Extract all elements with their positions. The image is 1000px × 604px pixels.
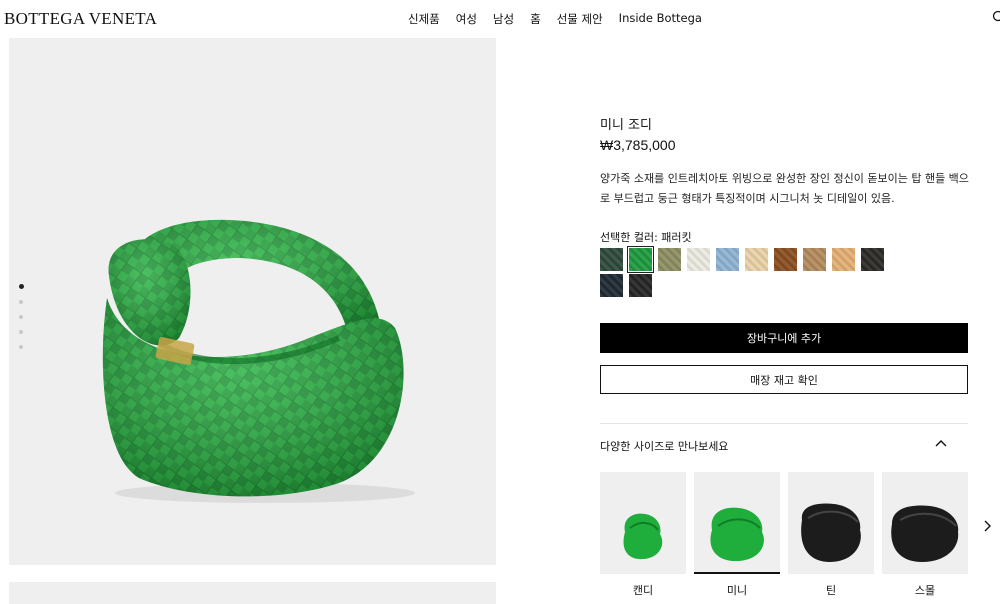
color-swatch[interactable] xyxy=(658,248,681,271)
color-swatch[interactable] xyxy=(745,248,768,271)
color-swatch[interactable] xyxy=(716,248,739,271)
size-label: 미니 xyxy=(726,584,748,597)
add-to-cart-button[interactable]: 장바구니에 추가 xyxy=(600,323,968,353)
bag-illustration xyxy=(102,219,415,503)
chevron-up-icon[interactable] xyxy=(934,436,948,450)
color-swatch[interactable] xyxy=(774,248,797,271)
site-header: BOTTEGA VENETA 신제품 여성 남성 홈 선물 제안 Inside … xyxy=(0,0,1000,38)
size-thumbnail xyxy=(882,472,968,574)
chevron-right-icon[interactable] xyxy=(982,519,992,533)
nav-item-gifts[interactable]: 선물 제안 xyxy=(557,11,603,27)
size-thumbnail xyxy=(788,472,874,574)
nav-item-home[interactable]: 홈 xyxy=(530,11,541,27)
size-thumbnail xyxy=(600,472,686,574)
search-icon[interactable] xyxy=(992,10,1000,24)
size-thumbnail xyxy=(694,472,780,574)
product-price: ₩3,785,000 xyxy=(600,137,676,153)
size-label: 캔디 xyxy=(632,584,654,597)
gallery-dot[interactable] xyxy=(19,330,23,334)
color-swatch[interactable] xyxy=(629,274,652,297)
color-swatch[interactable] xyxy=(600,248,623,271)
gallery-dot[interactable] xyxy=(19,315,23,319)
nav-item-inside-bottega[interactable]: Inside Bottega xyxy=(619,11,702,27)
gallery-pagination xyxy=(19,284,24,360)
size-option-small[interactable]: 스몰 xyxy=(882,472,968,598)
size-option-teen[interactable]: 틴 xyxy=(788,472,874,598)
brand-logo[interactable]: BOTTEGA VENETA xyxy=(4,9,157,29)
color-swatch[interactable] xyxy=(803,248,826,271)
color-swatches xyxy=(600,246,900,297)
gallery-dot[interactable] xyxy=(19,300,23,304)
color-swatch-selected[interactable] xyxy=(627,246,654,273)
size-label: 틴 xyxy=(825,584,837,597)
selected-color-label: 선택한 컬러: 패러킷 xyxy=(600,231,692,244)
color-swatch[interactable] xyxy=(861,248,884,271)
check-store-stock-button[interactable]: 매장 재고 확인 xyxy=(600,365,968,394)
gallery-dot[interactable] xyxy=(19,345,23,349)
color-swatch[interactable] xyxy=(832,248,855,271)
color-swatch[interactable] xyxy=(600,274,623,297)
product-secondary-image[interactable] xyxy=(9,582,496,604)
nav-item-men[interactable]: 남성 xyxy=(493,11,514,27)
size-option-mini[interactable]: 미니 xyxy=(694,472,780,598)
product-title: 미니 조디 xyxy=(600,118,652,133)
size-option-candy[interactable]: 캔디 xyxy=(600,472,686,598)
main-nav: 신제품 여성 남성 홈 선물 제안 Inside Bottega xyxy=(408,11,702,27)
nav-item-new[interactable]: 신제품 xyxy=(408,11,440,27)
nav-item-women[interactable]: 여성 xyxy=(456,11,477,27)
product-description: 양가죽 소재를 인트레치아토 위빙으로 완성한 장인 정신이 돋보이는 탑 핸들… xyxy=(600,172,969,205)
sizes-heading: 다양한 사이즈로 만나보세요 xyxy=(600,440,729,453)
product-main-image[interactable] xyxy=(9,38,496,565)
size-options: 캔디 미니 틴 스몰 xyxy=(600,472,968,598)
color-swatch[interactable] xyxy=(687,248,710,271)
gallery-dot[interactable] xyxy=(19,284,24,289)
divider xyxy=(600,423,968,424)
size-label: 스몰 xyxy=(914,584,936,597)
